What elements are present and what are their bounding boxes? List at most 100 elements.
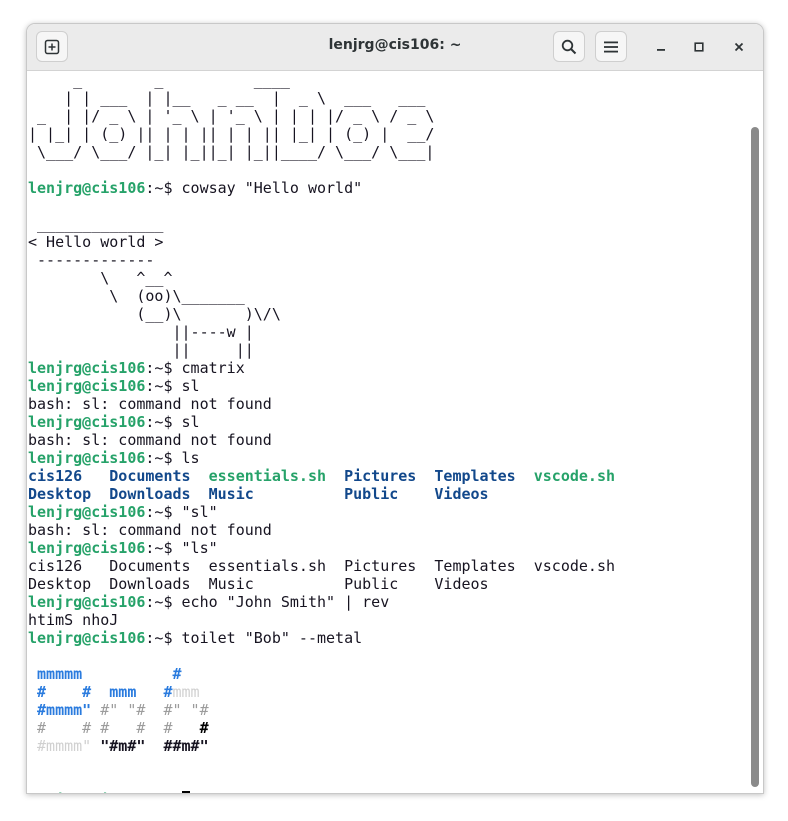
terminal-area[interactable]: _ _ ____ | | ___ | |__ _ __ | _ \ ___ __… [27,71,747,793]
terminal-line: ||----w | [28,323,254,341]
metal-art-line: mmmmm # [28,665,615,683]
terminal-window: lenjrg@cis106: ~ _ _ ____ | | ___ | |__ … [26,23,764,794]
command-line: lenjrg@cis106:~$ toilet "Bob" --metal [28,629,615,647]
command-text: sl [181,413,200,431]
metal-art-line: # # mmm #mmm [28,683,615,701]
prompt-host: lenjrg@cis106 [28,539,146,557]
command-text: sl [181,377,200,395]
command-line: lenjrg@cis106:~$ [28,791,615,793]
maximize-icon [694,42,704,52]
metal-art-line: #mmmm" #" "# #" "# [28,701,615,719]
new-tab-button[interactable] [36,31,68,62]
metal-art-segment: # [199,719,209,737]
terminal-line: || || [28,341,254,359]
ls-entry-directory: Pictures [344,467,417,485]
prompt-suffix: :~$ [145,791,181,793]
metal-art-segment: #" "# [91,701,146,719]
close-icon [734,42,744,52]
metal-art-segment: "#m#" [91,737,146,755]
ls-entry-directory: Videos [434,485,489,503]
command-line: lenjrg@cis106:~$ sl [28,413,615,431]
metal-art-segment: mmmmm [28,665,83,683]
metal-art-line: # # # # # # [28,719,615,737]
window-title: lenjrg@cis106: ~ [328,37,462,53]
ls-entry-directory: Documents [109,467,191,485]
header-bar: lenjrg@cis106: ~ [27,24,763,71]
metal-art-segment: # # # # [28,719,146,737]
terminal-line: _ _ ____ [28,71,290,89]
command-text: cmatrix [181,359,245,377]
terminal-line: (__)\ )\/\ [28,305,281,323]
new-tab-icon [44,39,60,54]
error-line: bash: sl: command not found [28,431,272,449]
close-button[interactable] [727,35,751,59]
command-line: lenjrg@cis106:~$ ls [28,449,615,467]
ls-output-line: cis126 Documents essentials.sh Pictures … [28,557,615,575]
terminal-line: | |_| | (_) || | | || | | || |_| | (_) |… [28,125,435,143]
metal-art-segment: ##m#" [145,737,209,755]
prompt-suffix: :~$ [145,629,182,647]
prompt-host: lenjrg@cis106 [28,629,146,647]
terminal-line: \ ^__^ [28,269,173,287]
prompt-suffix: :~$ [145,179,182,197]
prompt-suffix: :~$ [145,449,182,467]
metal-art-segment: #mmmm" [28,737,92,755]
terminal-line: \___/ \___/ |_| |_||_| |_||____/ \___/ \… [28,143,435,161]
prompt-suffix: :~$ [145,539,182,557]
command-line: lenjrg@cis106:~$ "sl" [28,503,615,521]
search-icon [561,39,577,54]
prompt-suffix: :~$ [145,359,182,377]
terminal-line: ______________ [28,215,164,233]
maximize-button[interactable] [687,35,711,59]
command-text: "sl" [181,503,218,521]
command-line: lenjrg@cis106:~$ echo "John Smith" | rev [28,593,615,611]
prompt-host: lenjrg@cis106 [28,593,146,611]
terminal-output: _ _ ____ | | ___ | |__ _ __ | _ \ ___ __… [28,71,615,793]
rev-output-line: htimS nhoJ [28,611,119,629]
search-button[interactable] [553,31,585,62]
prompt-suffix: :~$ [145,503,182,521]
ls-entry-directory: Public [344,485,399,503]
command-text: toilet "Bob" --metal [181,629,363,647]
metal-art-segment: # # [28,683,92,701]
scrollbar-thumb[interactable] [751,127,759,787]
prompt-host: lenjrg@cis106 [28,377,146,395]
metal-art-segment: #" "# [145,701,209,719]
metal-art-line: #mmmm" "#m#" ##m#" [28,737,615,755]
prompt-suffix: :~$ [145,377,182,395]
terminal-line: _ | |/ _ \ | '_ \ | '_ \ | | | |/ _ \ / … [28,107,435,125]
menu-button[interactable] [595,31,627,62]
vertical-scrollbar[interactable] [747,71,763,793]
prompt-suffix: :~$ [145,413,182,431]
ls-output-line: cis126 Documents essentials.sh Pictures … [28,467,615,485]
terminal-line: ------------- [28,251,155,269]
minimize-icon [657,49,665,51]
command-text: "ls" [181,539,218,557]
text-cursor [181,791,190,793]
metal-art-segment: # [172,665,182,683]
command-text: cowsay "Hello world" [181,179,363,197]
prompt-host: lenjrg@cis106 [28,179,146,197]
command-text: echo "John Smith" | rev [181,593,390,611]
command-line: lenjrg@cis106:~$ cmatrix [28,359,615,377]
metal-art-segment: # [145,719,200,737]
error-line: bash: sl: command not found [28,521,272,539]
ls-entry-executable: essentials.sh [208,467,327,485]
ls-entry-directory: Downloads [109,485,191,503]
terminal-line: < Hello world > [28,233,164,251]
minimize-button[interactable] [649,35,673,59]
prompt-host: lenjrg@cis106 [28,791,145,793]
ls-output-line: Desktop Downloads Music Public Videos [28,485,615,503]
